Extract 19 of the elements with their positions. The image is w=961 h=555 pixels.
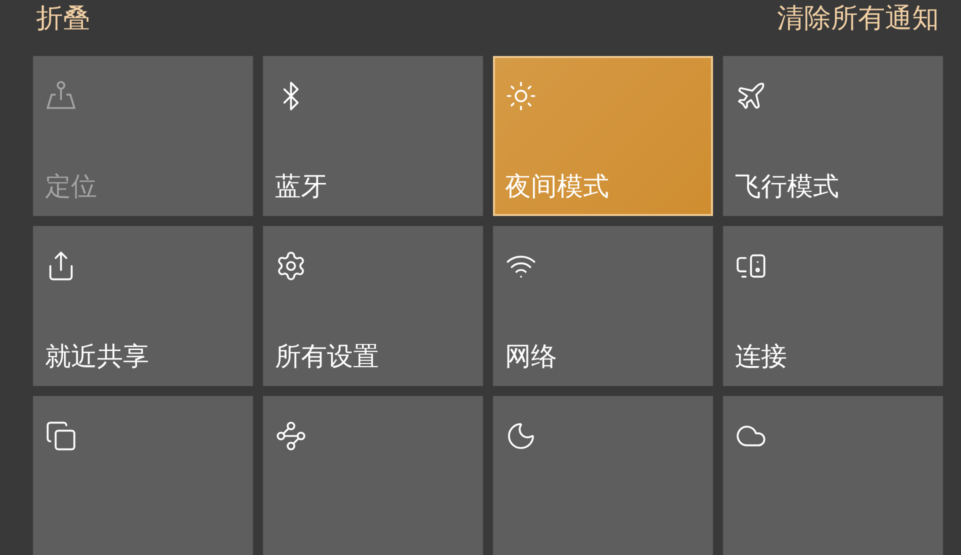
quick-action-tile[interactable]: 所有设置 (263, 226, 483, 386)
collapse-link[interactable]: 折叠 (36, 0, 90, 36)
clear-all-link[interactable]: 清除所有通知 (777, 0, 939, 36)
quick-action-tile[interactable] (263, 396, 483, 555)
sun-icon (505, 80, 537, 112)
settings-icon (275, 250, 307, 282)
quick-action-tile[interactable]: 连接 (723, 226, 943, 386)
moon-icon (505, 420, 537, 452)
quick-action-tile[interactable]: 就近共享 (33, 226, 253, 386)
quick-action-tile[interactable] (723, 396, 943, 555)
quick-action-tile[interactable]: 网络 (493, 226, 713, 386)
quick-action-tile[interactable]: 飞行模式 (723, 56, 943, 216)
nodes-icon (275, 420, 307, 452)
quick-action-tile[interactable] (493, 396, 713, 555)
screens-icon (45, 420, 77, 452)
quick-action-tile[interactable] (33, 396, 253, 555)
airplane-icon (735, 80, 767, 112)
quick-action-tile[interactable]: 蓝牙 (263, 56, 483, 216)
map-pin-icon (45, 80, 77, 112)
